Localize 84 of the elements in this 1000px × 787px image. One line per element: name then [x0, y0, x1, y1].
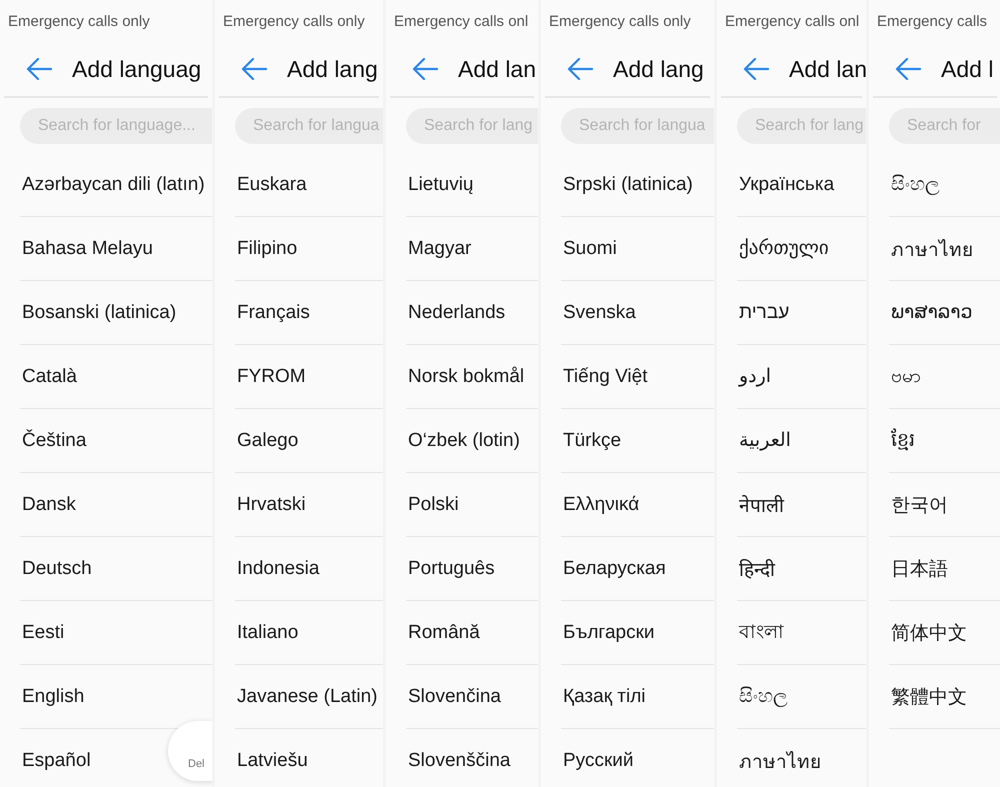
status-text: Emergency calls only: [223, 12, 365, 30]
language-item[interactable]: العربية: [739, 429, 791, 452]
language-item[interactable]: Bahasa Melayu: [22, 238, 153, 260]
language-item[interactable]: Galego: [237, 430, 298, 452]
page-title: Add l: [941, 56, 994, 82]
language-item[interactable]: Tiếng Việt: [563, 366, 648, 388]
search-field[interactable]: Search for langua: [561, 108, 714, 144]
language-item[interactable]: Magyar: [408, 238, 472, 260]
language-item[interactable]: සිංහල: [891, 174, 940, 196]
language-item[interactable]: Slovenčina: [408, 686, 501, 708]
language-item[interactable]: Українська: [739, 174, 834, 196]
back-arrow-icon[interactable]: [567, 58, 593, 80]
language-item[interactable]: Deutsch: [22, 558, 92, 580]
language-item[interactable]: ქართული: [739, 237, 829, 260]
language-item[interactable]: 한국어: [891, 492, 948, 518]
language-item[interactable]: Polski: [408, 494, 459, 516]
language-item[interactable]: සිංහල: [739, 686, 788, 708]
page-title: Add lan: [458, 56, 536, 82]
language-item[interactable]: বাংলা: [739, 616, 784, 648]
status-text: Emergency calls onl: [725, 12, 860, 30]
language-item[interactable]: Indonesia: [237, 558, 320, 580]
language-item[interactable]: Svenska: [563, 302, 636, 324]
status-text: Emergency calls: [877, 12, 988, 30]
language-item[interactable]: FYROM: [237, 366, 306, 388]
language-item[interactable]: Português: [408, 558, 495, 580]
search-field[interactable]: Search for lang: [406, 108, 538, 144]
language-item[interactable]: Hrvatski: [237, 494, 306, 516]
language-item[interactable]: ဗမာ: [891, 362, 921, 390]
language-item[interactable]: Eesti: [22, 622, 64, 644]
back-arrow-icon[interactable]: [26, 58, 52, 80]
language-item[interactable]: Français: [237, 302, 310, 324]
language-item[interactable]: ภาษาไทย: [739, 746, 821, 776]
language-item[interactable]: Nederlands: [408, 302, 506, 324]
language-item[interactable]: Norsk bokmål: [408, 366, 524, 388]
language-item[interactable]: Bosanski (latinica): [22, 302, 176, 324]
language-item[interactable]: עברית: [739, 302, 790, 324]
page-title: Add lang: [613, 56, 704, 82]
language-item[interactable]: Filipino: [237, 238, 298, 260]
search-field[interactable]: Search for langua: [235, 108, 383, 144]
language-item[interactable]: Slovenščina: [408, 750, 510, 772]
language-item[interactable]: 简体中文: [891, 620, 967, 646]
language-item[interactable]: 繁體中文: [891, 684, 967, 710]
status-text: Emergency calls only: [549, 12, 691, 30]
language-item[interactable]: Lietuvių: [408, 174, 474, 196]
language-item[interactable]: ພາສາລາວ: [891, 301, 972, 324]
language-item[interactable]: Italiano: [237, 622, 298, 644]
search-field[interactable]: Search for lang: [737, 108, 866, 144]
language-item[interactable]: Čeština: [22, 430, 86, 452]
language-item[interactable]: Suomi: [563, 238, 617, 260]
language-item[interactable]: Dansk: [22, 494, 76, 516]
language-item[interactable]: Български: [563, 622, 655, 644]
language-item[interactable]: O‘zbek (lotin): [408, 430, 520, 452]
delete-button[interactable]: Del: [168, 721, 212, 781]
search-field[interactable]: Search for: [889, 108, 1000, 144]
back-arrow-icon[interactable]: [895, 58, 921, 80]
language-item[interactable]: 日本語: [891, 556, 948, 582]
back-arrow-icon[interactable]: [412, 58, 438, 80]
language-item[interactable]: Русский: [563, 750, 634, 772]
language-item[interactable]: हिन्दी: [739, 556, 775, 582]
language-item[interactable]: Español: [22, 750, 91, 772]
language-item[interactable]: ภาษาไทย: [891, 234, 973, 264]
page-title: Add lang: [287, 56, 378, 82]
language-item[interactable]: ខ្មែរ: [891, 426, 915, 454]
language-item[interactable]: Latviešu: [237, 750, 308, 772]
language-item[interactable]: Euskara: [237, 174, 307, 196]
language-item[interactable]: English: [22, 686, 84, 708]
language-item[interactable]: اردو: [739, 365, 772, 388]
language-item[interactable]: Azərbaycan dili (latın): [22, 174, 205, 196]
back-arrow-icon[interactable]: [241, 58, 267, 80]
language-item[interactable]: Беларуская: [563, 558, 666, 580]
page-title: Add lan: [789, 56, 866, 82]
language-item[interactable]: Srpski (latinica): [563, 174, 693, 196]
search-field[interactable]: Search for language...: [20, 108, 212, 144]
status-text: Emergency calls only: [8, 12, 150, 30]
page-title: Add languag: [72, 56, 202, 82]
language-item[interactable]: Javanese (Latin): [237, 686, 378, 708]
language-item[interactable]: Română: [408, 622, 480, 644]
language-item[interactable]: Қазақ тілі: [563, 686, 646, 708]
language-item[interactable]: Ελληνικά: [563, 494, 640, 516]
back-arrow-icon[interactable]: [743, 58, 769, 80]
language-item[interactable]: Català: [22, 366, 77, 388]
language-item[interactable]: नेपाली: [739, 492, 784, 518]
language-item[interactable]: Türkçe: [563, 430, 622, 452]
status-text: Emergency calls onl: [394, 12, 528, 30]
